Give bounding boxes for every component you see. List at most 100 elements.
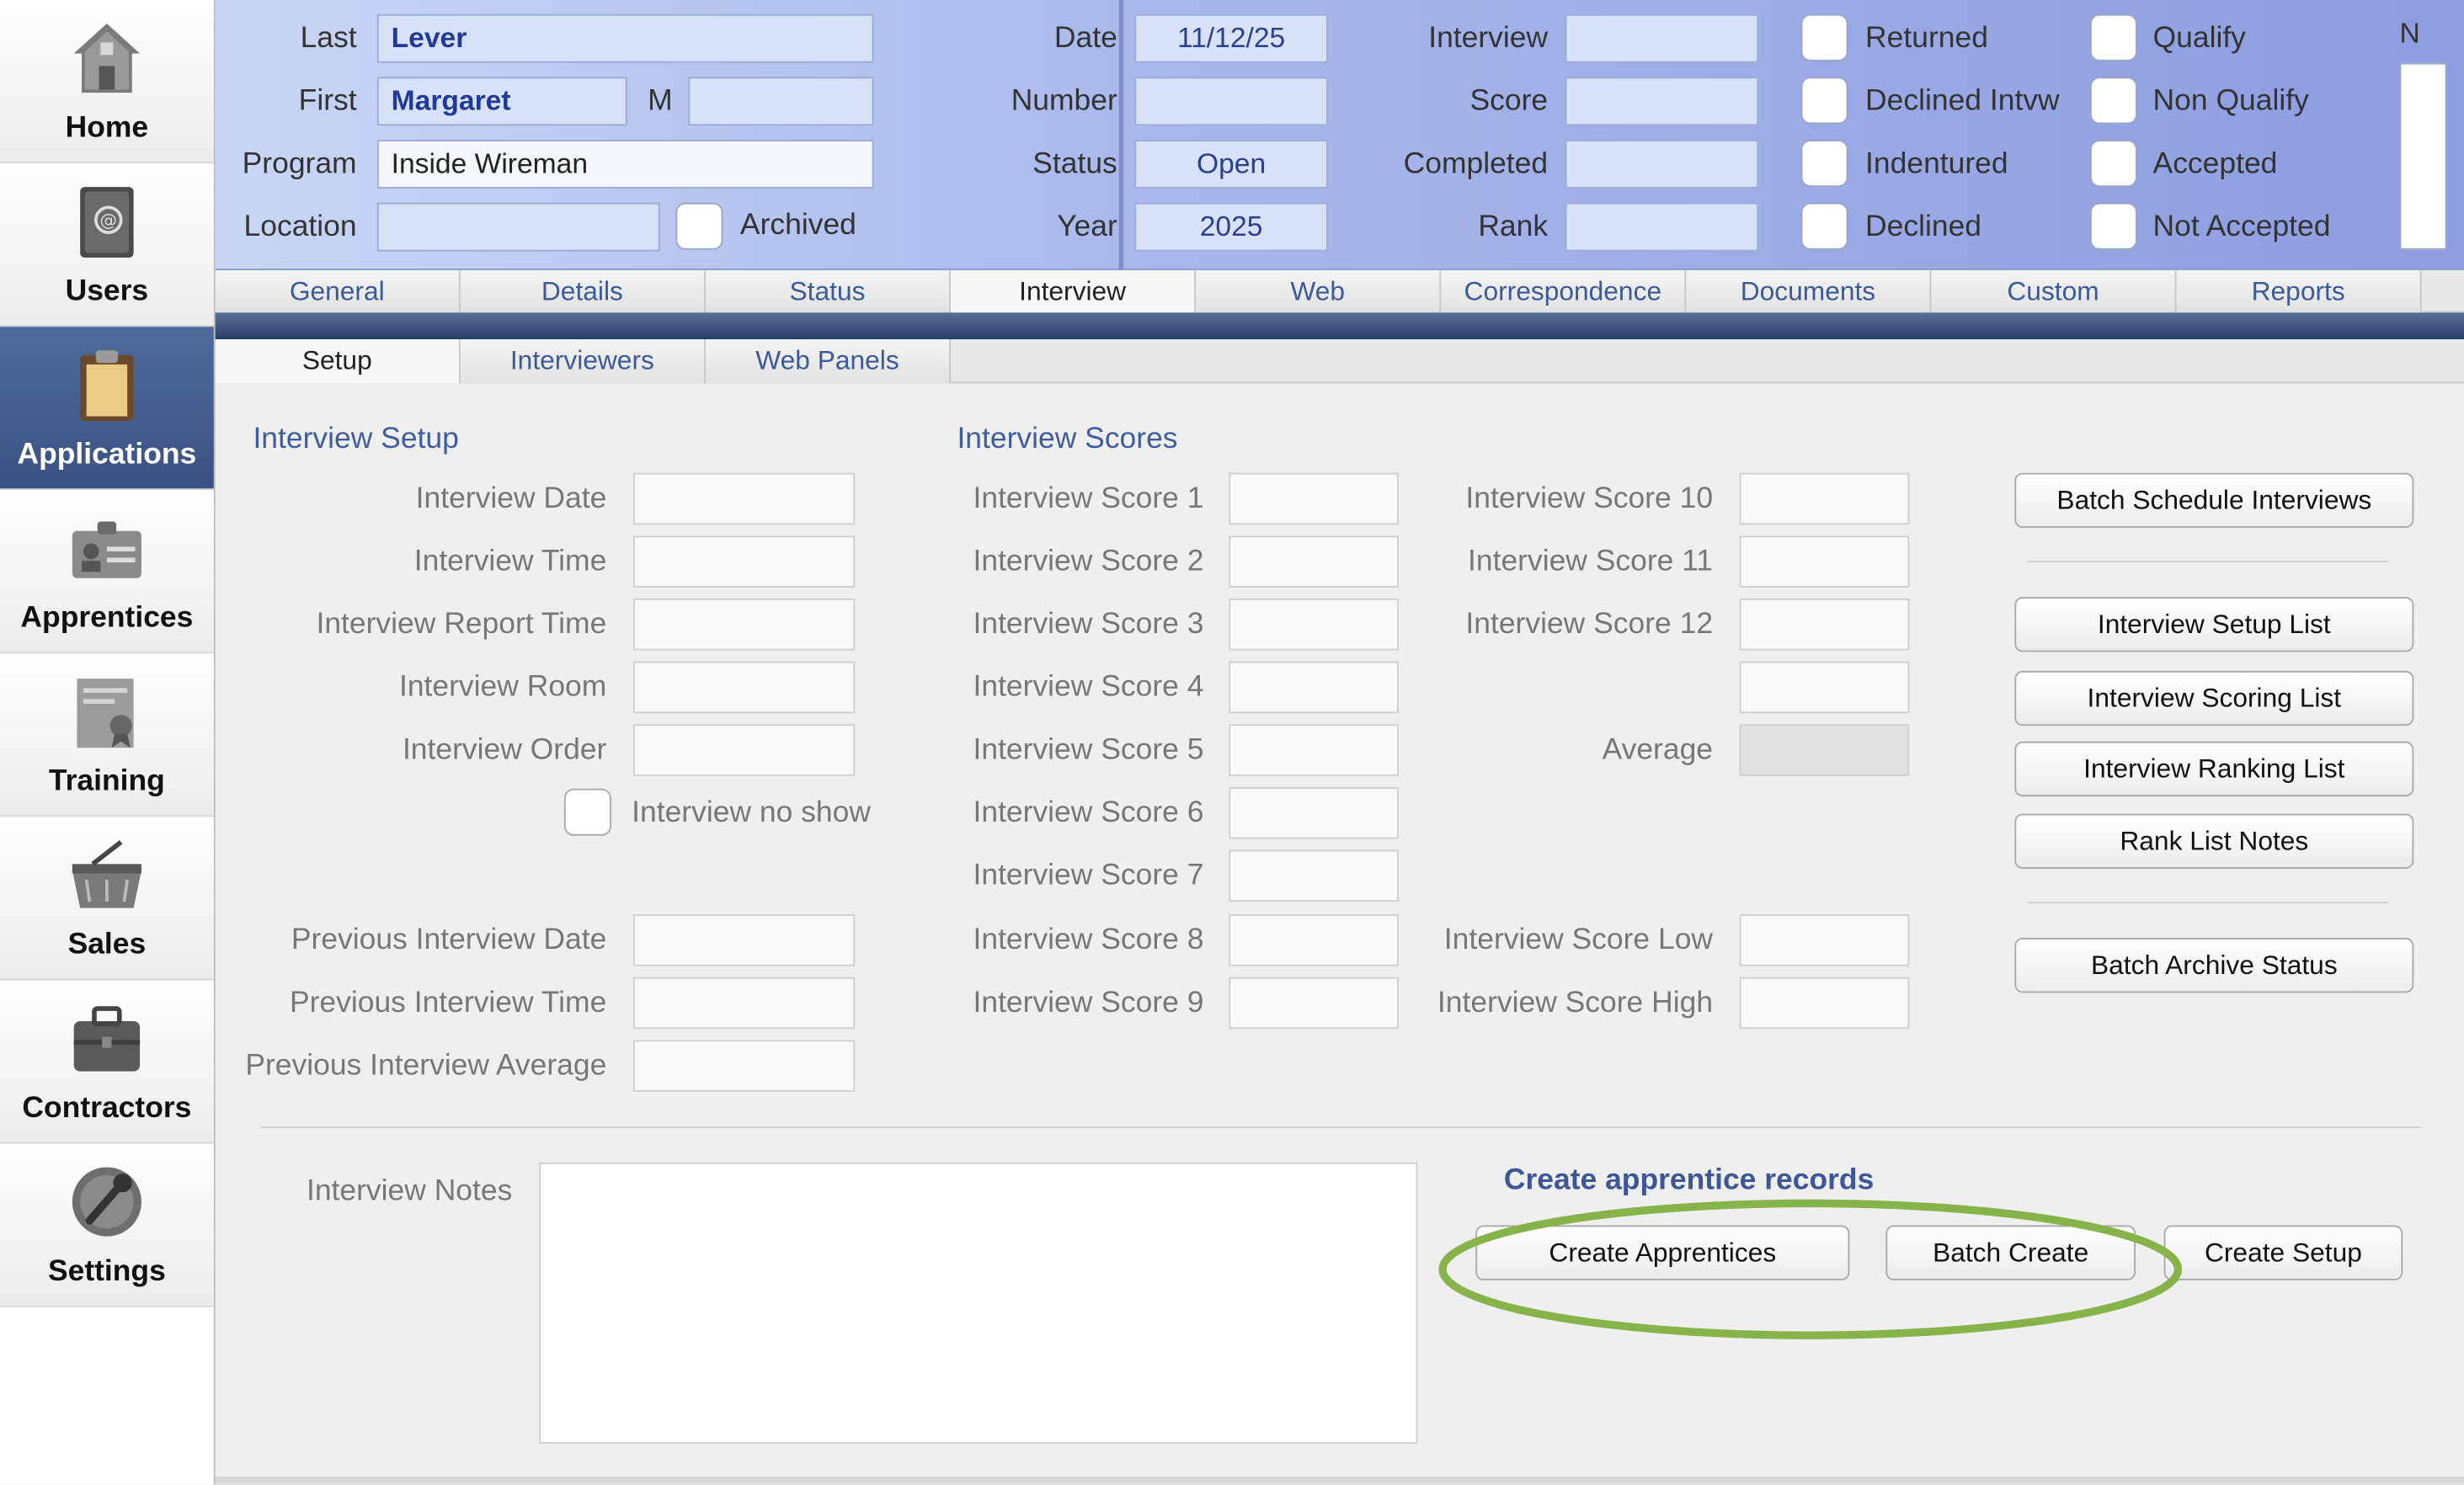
declined-checkbox[interactable] — [1800, 202, 1848, 250]
nav-sales[interactable]: Sales — [0, 817, 214, 981]
batch-schedule-interviews-button[interactable]: Batch Schedule Interviews — [2014, 472, 2414, 529]
tab-general[interactable]: General — [215, 269, 461, 313]
score-5-field[interactable] — [1229, 724, 1399, 776]
interview-scoring-list-button[interactable]: Interview Scoring List — [2014, 670, 2414, 727]
average-field — [1739, 724, 1910, 776]
nav-training[interactable]: Training — [0, 653, 214, 817]
score-11-label: Interview Score 11 — [1468, 545, 1714, 578]
nav-home-label: Home — [65, 111, 149, 145]
status-label: Status — [1032, 147, 1117, 181]
interview-setup-list-button[interactable]: Interview Setup List — [2014, 597, 2414, 652]
location-field[interactable] — [376, 202, 660, 252]
tab-details[interactable]: Details — [460, 269, 706, 313]
archived-checkbox[interactable] — [675, 202, 723, 250]
score-1-field[interactable] — [1229, 472, 1399, 525]
previous-interview-time-field[interactable] — [633, 977, 856, 1030]
score-low-field[interactable] — [1739, 914, 1910, 966]
declined-intvw-checkbox[interactable] — [1800, 77, 1848, 125]
tab-web[interactable]: Web — [1196, 269, 1442, 313]
number-label: Number — [1011, 84, 1117, 118]
last-name-label: Last — [300, 22, 357, 56]
subtab-interviewers[interactable]: Interviewers — [460, 339, 706, 384]
returned-label: Returned — [1865, 22, 1988, 56]
rank-label: Rank — [1478, 210, 1549, 244]
score-12-field[interactable] — [1739, 598, 1910, 651]
interview-date-label: Interview Date — [415, 482, 607, 516]
score-4-label: Interview Score 4 — [973, 670, 1204, 705]
interview-report-time-field[interactable] — [633, 598, 856, 651]
tab-documents[interactable]: Documents — [1686, 269, 1932, 313]
nav-settings[interactable]: Settings — [0, 1143, 214, 1307]
nav-apprentices[interactable]: Apprentices — [0, 490, 214, 654]
rank-list-notes-button[interactable]: Rank List Notes — [2014, 813, 2414, 869]
score-4-field[interactable] — [1229, 661, 1399, 714]
nav-users[interactable]: @ Users — [0, 163, 214, 327]
photo-box[interactable] — [2399, 62, 2447, 250]
nav-home[interactable]: Home — [0, 0, 214, 164]
score-3-field[interactable] — [1229, 598, 1399, 651]
qualify-checkbox[interactable] — [2089, 13, 2137, 61]
program-field[interactable]: Inside Wireman — [376, 140, 874, 189]
tab-status[interactable]: Status — [705, 269, 951, 313]
completed-field[interactable] — [1565, 140, 1759, 189]
nav-applications[interactable]: Applications — [0, 327, 214, 491]
score-10-field[interactable] — [1739, 472, 1910, 525]
tab-interview[interactable]: Interview — [950, 269, 1197, 313]
middle-initial-field[interactable] — [688, 77, 874, 126]
score-6-field[interactable] — [1229, 786, 1399, 839]
score-8-label: Interview Score 8 — [973, 923, 1204, 957]
first-name-field[interactable]: Margaret — [376, 77, 627, 126]
subtab-web-panels[interactable]: Web Panels — [705, 339, 951, 384]
address-book-icon: @ — [80, 187, 134, 258]
score-7-label: Interview Score 7 — [973, 859, 1204, 892]
previous-interview-time-label: Previous Interview Time — [289, 986, 607, 1020]
score-field[interactable] — [1565, 77, 1759, 126]
interview-date-field[interactable] — [633, 472, 856, 525]
previous-interview-average-field[interactable] — [633, 1040, 856, 1092]
archived-label: Archived — [739, 209, 856, 242]
score-low-label: Interview Score Low — [1443, 923, 1714, 957]
tab-correspondence[interactable]: Correspondence — [1441, 269, 1687, 313]
date-field[interactable]: 11/12/25 — [1134, 13, 1328, 63]
indentured-checkbox[interactable] — [1800, 140, 1848, 188]
interview-time-field[interactable] — [633, 535, 856, 588]
number-field[interactable] — [1134, 77, 1328, 126]
score-11-field[interactable] — [1739, 535, 1910, 588]
wrench-icon — [72, 1167, 141, 1237]
average-label: Average — [1602, 733, 1714, 767]
tab-custom[interactable]: Custom — [1931, 269, 2177, 313]
interview-notes-textarea[interactable] — [539, 1162, 1418, 1444]
status-field[interactable]: Open — [1134, 140, 1328, 189]
indentured-label: Indentured — [1865, 147, 2008, 181]
non-qualify-checkbox[interactable] — [2089, 77, 2137, 125]
subtab-setup[interactable]: Setup — [215, 339, 461, 384]
rank-field[interactable] — [1565, 202, 1759, 252]
middle-initial-label: M — [648, 84, 673, 118]
score-high-field[interactable] — [1739, 977, 1910, 1030]
interview-no-show-checkbox[interactable] — [563, 788, 611, 836]
score-10-label: Interview Score 10 — [1465, 482, 1714, 516]
interview-room-field[interactable] — [633, 661, 856, 714]
nav-contractors[interactable]: Contractors — [0, 980, 214, 1144]
last-name-field[interactable]: Lever — [376, 13, 874, 63]
tab-reports[interactable]: Reports — [2176, 269, 2422, 313]
score-9-field[interactable] — [1229, 977, 1399, 1030]
interview-time-label: Interview Time — [413, 545, 607, 578]
score-7-field[interactable] — [1229, 849, 1399, 902]
year-field[interactable]: 2025 — [1134, 202, 1328, 252]
interview-ranking-list-button[interactable]: Interview Ranking List — [2014, 741, 2414, 797]
score-8-field[interactable] — [1229, 914, 1399, 966]
score-2-field[interactable] — [1229, 535, 1399, 588]
accepted-checkbox[interactable] — [2089, 140, 2137, 188]
returned-checkbox[interactable] — [1800, 13, 1848, 61]
not-accepted-checkbox[interactable] — [2089, 202, 2137, 250]
score-1-label: Interview Score 1 — [973, 482, 1204, 516]
create-setup-button[interactable]: Create Setup — [2163, 1225, 2403, 1280]
interview-field[interactable] — [1565, 13, 1759, 63]
main-tabs: General Details Status Interview Web Cor… — [215, 269, 2464, 313]
score-extra-field[interactable] — [1739, 661, 1910, 714]
qualify-label: Qualify — [2152, 22, 2246, 56]
batch-archive-status-button[interactable]: Batch Archive Status — [2014, 938, 2414, 993]
interview-order-field[interactable] — [633, 724, 856, 776]
previous-interview-date-field[interactable] — [633, 914, 856, 966]
